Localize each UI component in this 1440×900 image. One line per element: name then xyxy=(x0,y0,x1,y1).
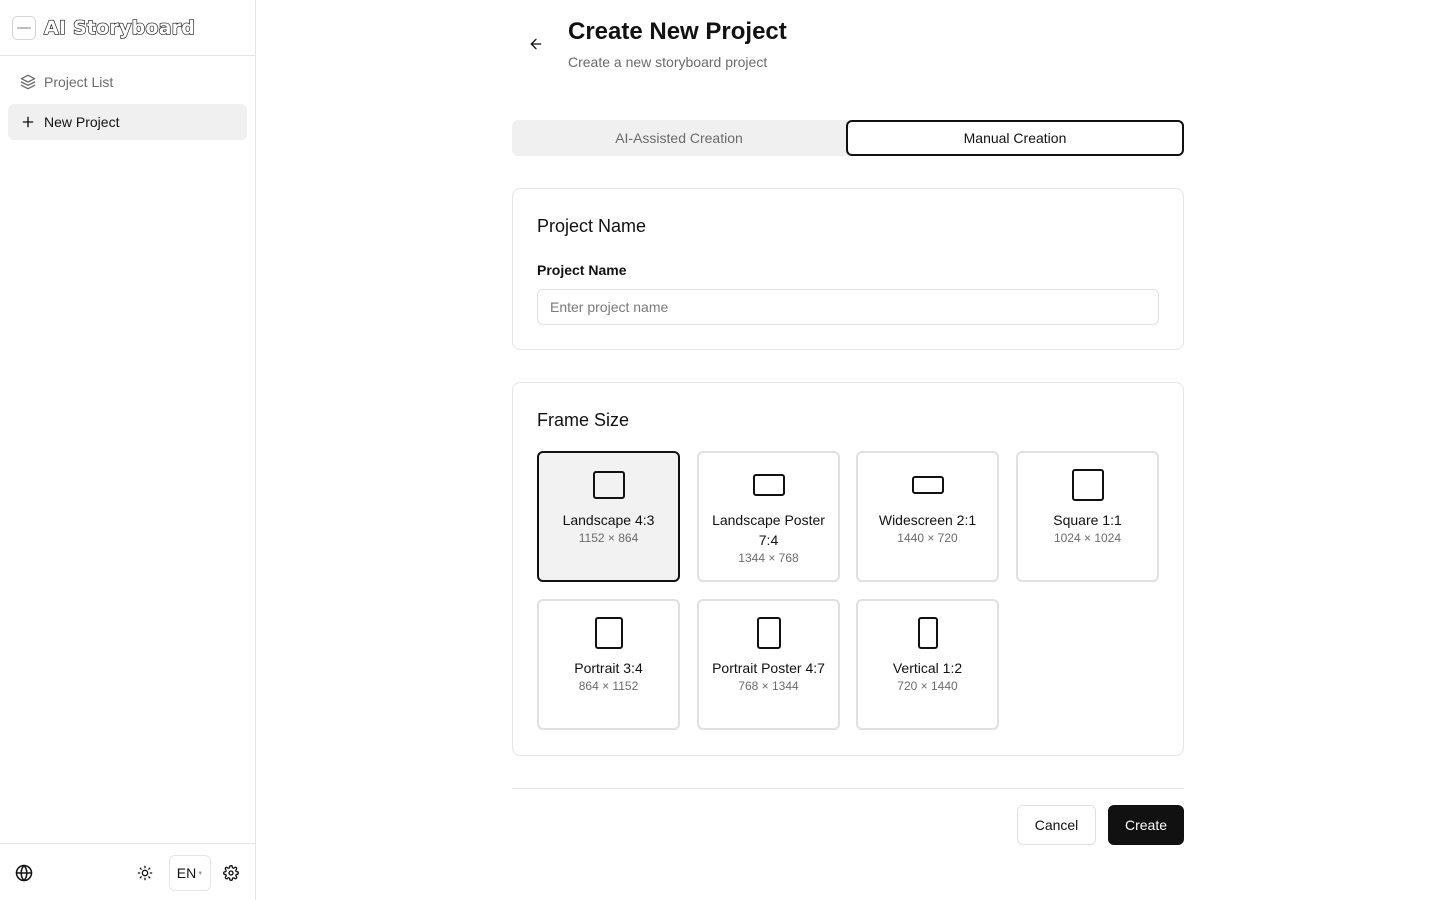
sidebar-item-new-project[interactable]: New Project xyxy=(8,104,247,140)
frame-option-dims: 1344 × 768 xyxy=(738,551,799,565)
frame-option-label: Landscape Poster 7:4 xyxy=(712,512,825,548)
frame-option-dims: 864 × 1152 xyxy=(578,679,639,693)
landscape-poster-frame-icon xyxy=(752,474,785,496)
frame-option-square-1-1[interactable]: Square 1:1 1024 × 1024 xyxy=(1016,451,1159,582)
project-name-card-title: Project Name xyxy=(537,216,647,236)
frame-option-widescreen-2-1[interactable]: Widescreen 2:1 1440 × 720 xyxy=(856,451,999,582)
frame-option-label: Portrait Poster 4:7 xyxy=(712,660,825,676)
frame-option-label: Landscape 4:3 xyxy=(562,512,655,528)
layers-icon xyxy=(20,74,36,90)
sun-icon[interactable] xyxy=(133,861,157,885)
creation-mode-tabs: AI-Assisted Creation Manual Creation xyxy=(512,120,1184,156)
project-name-card: Project Name Project Name xyxy=(512,188,1184,350)
sidebar-item-project-list[interactable]: Project List xyxy=(8,64,247,100)
frame-option-portrait-poster-4-7[interactable]: Portrait Poster 4:7 768 × 1344 xyxy=(697,599,840,730)
sidebar: AI Storyboard Project List New Project E… xyxy=(0,0,256,900)
frame-option-label: Portrait 3:4 xyxy=(574,660,643,676)
frame-option-dims: 1152 × 864 xyxy=(578,531,639,545)
app-title: AI Storyboard xyxy=(43,16,196,39)
sidebar-footer: EN ▼ xyxy=(0,843,255,900)
frame-option-dims: 1440 × 720 xyxy=(897,531,958,545)
frame-size-card: Frame Size Landscape 4:3 1152 × 864 Land… xyxy=(512,382,1184,756)
frame-option-vertical-1-2[interactable]: Vertical 1:2 720 × 1440 xyxy=(856,599,999,730)
frame-option-dims: 768 × 1344 xyxy=(738,679,799,693)
page-title: Create New Project xyxy=(568,18,787,45)
app-logo xyxy=(12,15,36,40)
back-button[interactable] xyxy=(522,30,550,58)
sidebar-item-label: New Project xyxy=(44,114,120,130)
chevron-down-icon: ▼ xyxy=(197,871,204,877)
frame-option-landscape-poster-7-4[interactable]: Landscape Poster 7:4 1344 × 768 xyxy=(697,451,840,582)
frame-option-dims: 720 × 1440 xyxy=(897,679,958,693)
frame-option-label: Widescreen 2:1 xyxy=(878,512,977,528)
frame-option-landscape-4-3[interactable]: Landscape 4:3 1152 × 864 xyxy=(537,451,680,582)
frame-size-card-title: Frame Size xyxy=(537,410,630,430)
portrait-frame-icon xyxy=(594,617,623,649)
create-button[interactable]: Create xyxy=(1108,805,1184,845)
plus-icon xyxy=(20,114,36,130)
cancel-button[interactable]: Cancel xyxy=(1017,805,1096,845)
frame-option-label: Vertical 1:2 xyxy=(892,660,963,676)
project-name-input[interactable] xyxy=(537,289,1159,325)
brand-header: AI Storyboard xyxy=(0,0,255,56)
page-subtitle: Create a new storyboard project xyxy=(568,54,768,70)
tab-manual[interactable]: Manual Creation xyxy=(846,120,1184,156)
globe-icon[interactable] xyxy=(12,861,36,885)
sidebar-item-label: Project List xyxy=(44,74,114,90)
widescreen-frame-icon xyxy=(911,476,944,494)
language-label: EN xyxy=(176,865,197,881)
project-name-label: Project Name xyxy=(537,262,627,278)
footer-divider xyxy=(512,788,1184,789)
language-select[interactable]: EN ▼ xyxy=(169,855,211,891)
frame-option-portrait-3-4[interactable]: Portrait 3:4 864 × 1152 xyxy=(537,599,680,730)
portrait-poster-frame-icon xyxy=(756,617,781,649)
vertical-frame-icon xyxy=(917,617,938,649)
landscape-frame-icon xyxy=(592,471,625,499)
frame-option-dims: 1024 × 1024 xyxy=(1053,531,1122,545)
arrow-left-icon xyxy=(530,38,542,50)
sidebar-nav: Project List New Project xyxy=(0,56,255,152)
tab-ai-assisted[interactable]: AI-Assisted Creation xyxy=(512,120,846,156)
frame-option-label: Square 1:1 xyxy=(1053,512,1122,528)
square-frame-icon xyxy=(1071,469,1104,501)
gear-icon[interactable] xyxy=(219,861,243,885)
